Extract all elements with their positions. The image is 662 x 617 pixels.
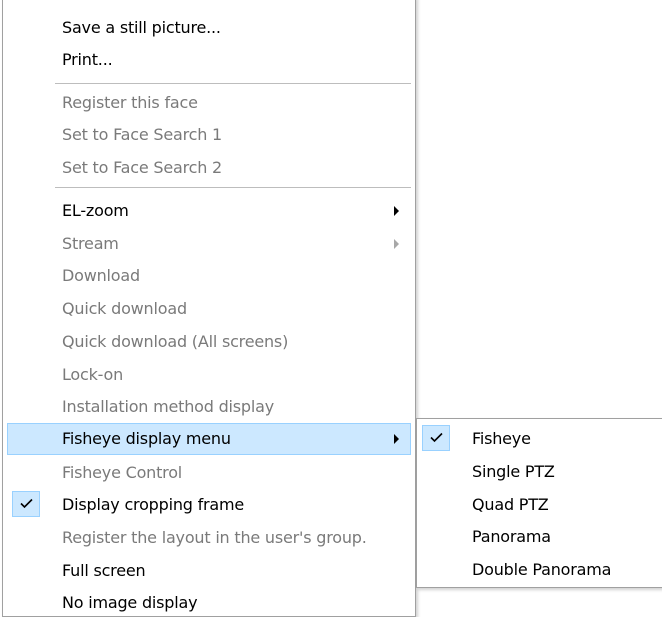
no-image-display-item[interactable]: No image display [7,587,411,617]
download-item[interactable]: Download [7,260,411,292]
submenu-item-label: Quad PTZ [472,495,549,514]
menu-item-label: Download [62,266,140,285]
fisheye-display-menu-item[interactable]: Fisheye display menu [7,423,411,455]
submenu-item-double-panorama[interactable]: Double Panorama [420,553,660,586]
context-menu: Save a still picture... Print... Registe… [2,0,416,617]
menu-item-label: Full screen [62,561,146,580]
menu-item-label: Installation method display [62,397,274,416]
quick-download-item[interactable]: Quick download [7,293,411,325]
display-cropping-frame-item[interactable]: Display cropping frame [7,489,411,521]
menu-item-label: Set to Face Search 1 [62,125,223,144]
menu-item-label: Stream [62,234,119,253]
checkmark-icon [12,491,40,517]
menu-item-label: Fisheye Control [62,463,183,482]
submenu-arrow-icon [394,206,399,216]
set-face-search-1-item[interactable]: Set to Face Search 1 [7,119,411,151]
menu-item-label: Quick download [62,299,187,318]
full-screen-item[interactable]: Full screen [7,555,411,587]
lock-on-item[interactable]: Lock-on [7,359,411,391]
menu-item-label: Fisheye display menu [62,429,231,448]
submenu-item-label: Single PTZ [472,462,555,481]
fisheye-control-item[interactable]: Fisheye Control [7,457,411,489]
menu-item-label: Print... [62,50,113,69]
print-item[interactable]: Print... [7,44,411,76]
submenu-item-label: Fisheye [472,429,531,448]
submenu-item-panorama[interactable]: Panorama [420,520,660,553]
submenu-item-single-ptz[interactable]: Single PTZ [420,455,660,488]
submenu-item-quad-ptz[interactable]: Quad PTZ [420,488,660,521]
stream-item[interactable]: Stream [7,228,411,260]
menu-separator [55,187,411,188]
menu-item-label: EL-zoom [62,201,129,220]
menu-item-label: Save a still picture... [62,18,221,37]
menu-item-label: Register the layout in the user's group. [62,528,367,547]
fisheye-submenu: Fisheye Single PTZ Quad PTZ Panorama Dou… [416,418,662,588]
installation-method-display-item[interactable]: Installation method display [7,391,411,423]
el-zoom-item[interactable]: EL-zoom [7,195,411,227]
submenu-item-fisheye[interactable]: Fisheye [420,422,660,455]
submenu-arrow-icon [394,434,399,444]
menu-item-label: No image display [62,593,198,612]
save-still-picture-item[interactable]: Save a still picture... [7,12,411,44]
quick-download-all-screens-item[interactable]: Quick download (All screens) [7,326,411,358]
register-this-face-item[interactable]: Register this face [7,87,411,119]
checkmark-icon [422,425,450,451]
submenu-item-label: Panorama [472,527,551,546]
menu-item-label: Register this face [62,93,198,112]
set-face-search-2-item[interactable]: Set to Face Search 2 [7,152,411,184]
menu-separator [55,83,411,84]
register-layout-item[interactable]: Register the layout in the user's group. [7,522,411,554]
menu-item-label: Set to Face Search 2 [62,158,223,177]
submenu-arrow-icon [394,239,399,249]
menu-item-label: Quick download (All screens) [62,332,289,351]
submenu-item-label: Double Panorama [472,560,612,579]
menu-item-label: Display cropping frame [62,495,245,514]
menu-item-label: Lock-on [62,365,124,384]
